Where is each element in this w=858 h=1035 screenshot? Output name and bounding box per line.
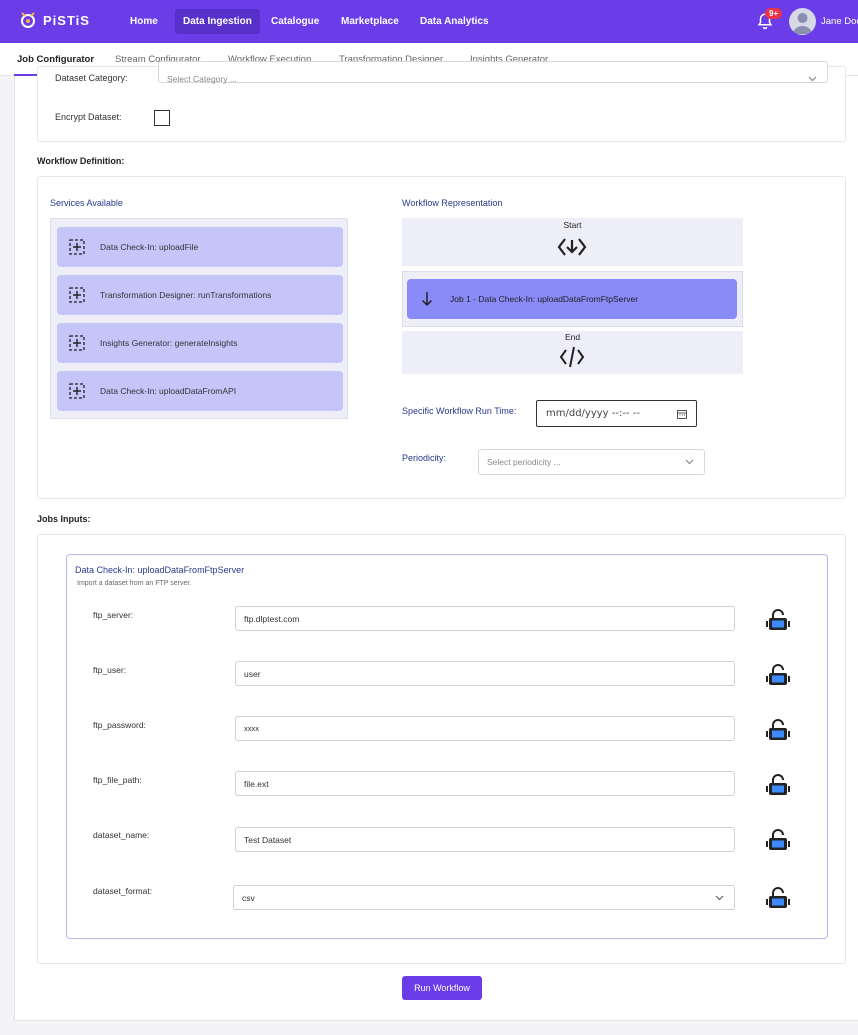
dataset-panel: Dataset Category: Select Category ... En… [37, 61, 846, 142]
ftp-server-input[interactable]: ftp.dlptest.com [235, 606, 735, 631]
run-time-label: Specific Workflow Run Time: [402, 406, 517, 416]
notification-badge: 9+ [765, 8, 783, 19]
chevron-down-icon [715, 895, 724, 900]
service-label: Data Check-In: uploadDataFromAPI [100, 386, 237, 396]
services-available-title: Services Available [50, 198, 123, 208]
field-label: ftp_server: [93, 610, 134, 620]
dataset-format-select[interactable]: csv [233, 885, 735, 910]
ftp-file-path-input[interactable]: file.ext [235, 771, 735, 796]
field-value: file.ext [244, 778, 269, 789]
workflow-end-node: End [402, 331, 743, 374]
encrypt-dataset-label: Encrypt Dataset: [55, 112, 122, 122]
arrow-down-icon [421, 292, 433, 307]
lock-open-icon[interactable] [765, 887, 791, 909]
pistis-logo-icon [21, 12, 35, 28]
periodicity-placeholder: Select periodicity ... [487, 457, 561, 467]
logo-text: PiSTiS [43, 12, 90, 28]
dataset-name-input[interactable]: Test Dataset [235, 827, 735, 852]
run-time-input[interactable]: mm/dd/yyyy --:-- -- [536, 400, 697, 427]
code-icon [559, 346, 585, 368]
start-label: Start [563, 220, 582, 230]
lock-open-icon[interactable] [765, 609, 791, 631]
field-label: dataset_name: [93, 830, 150, 840]
job-card-subtitle: Import a dataset from an FTP server. [77, 580, 192, 587]
user-name[interactable]: Jane Doe [821, 16, 858, 27]
add-box-icon [69, 335, 85, 351]
field-value: Test Dataset [244, 834, 292, 845]
job-label: Job 1 - Data Check-In: uploadDataFromFtp… [450, 294, 639, 304]
nav-data-analytics[interactable]: Data Analytics [412, 9, 497, 34]
run-workflow-button[interactable]: Run Workflow [402, 976, 482, 1000]
nav-data-ingestion[interactable]: Data Ingestion [175, 9, 260, 34]
avatar[interactable] [789, 8, 816, 35]
top-navbar: PiSTiS Home Data Ingestion Catalogue Mar… [0, 0, 858, 43]
field-label: ftp_password: [93, 720, 146, 730]
chevron-down-icon [808, 76, 817, 82]
add-box-icon [69, 383, 85, 399]
chevron-down-icon [685, 459, 694, 465]
lock-open-icon[interactable] [765, 829, 791, 851]
logo[interactable]: PiSTiS [19, 10, 90, 30]
add-box-icon [69, 239, 85, 255]
jobs-inputs-title: Jobs Inputs: [37, 514, 91, 524]
dataset-category-select[interactable]: Select Category ... [158, 61, 828, 84]
service-label: Data Check-In: uploadFile [100, 242, 199, 252]
field-value: xxxx [244, 724, 259, 733]
nav-catalogue[interactable]: Catalogue [263, 9, 327, 34]
nav-home[interactable]: Home [122, 9, 166, 34]
ftp-user-input[interactable]: user [235, 661, 735, 686]
periodicity-label: Periodicity: [402, 453, 447, 463]
dataset-category-placeholder: Select Category ... [167, 74, 237, 84]
lock-open-icon[interactable] [765, 719, 791, 741]
field-value: user [244, 668, 261, 679]
lock-open-icon[interactable] [765, 664, 791, 686]
download-code-icon [557, 238, 587, 256]
service-item[interactable]: Data Check-In: uploadDataFromAPI [57, 371, 343, 411]
workflow-definition-title: Workflow Definition: [37, 156, 125, 166]
run-time-value: mm/dd/yyyy --:-- -- [546, 408, 640, 419]
field-label: ftp_file_path: [93, 775, 142, 785]
periodicity-select[interactable]: Select periodicity ... [478, 449, 705, 475]
field-label: dataset_format: [93, 886, 153, 896]
workflow-representation-title: Workflow Representation [402, 198, 503, 208]
end-label: End [564, 332, 581, 342]
services-list: Data Check-In: uploadFile Transformation… [50, 218, 348, 419]
nav-marketplace[interactable]: Marketplace [333, 9, 407, 34]
service-label: Insights Generator: generateInsights [100, 338, 238, 348]
user-icon [793, 13, 812, 34]
service-label: Transformation Designer: runTransformati… [100, 290, 272, 300]
dataset-category-label: Dataset Category: [55, 73, 128, 83]
service-item[interactable]: Insights Generator: generateInsights [57, 323, 343, 363]
ftp-password-input[interactable]: xxxx [235, 716, 735, 741]
lock-open-icon[interactable] [765, 774, 791, 796]
service-item[interactable]: Transformation Designer: runTransformati… [57, 275, 343, 315]
calendar-icon[interactable] [677, 409, 687, 419]
add-box-icon [69, 287, 85, 303]
field-value: ftp.dlptest.com [244, 613, 300, 624]
service-item[interactable]: Data Check-In: uploadFile [57, 227, 343, 267]
job-card-title: Data Check-In: uploadDataFromFtpServer [75, 565, 245, 575]
main-content: Dataset Category: Select Category ... En… [14, 61, 858, 1021]
tab-job-configurator[interactable]: Job Configurator [17, 54, 94, 65]
workflow-job-node[interactable]: Job 1 - Data Check-In: uploadDataFromFtp… [407, 279, 737, 319]
field-label: ftp_user: [93, 665, 127, 675]
encrypt-dataset-checkbox[interactable] [154, 110, 170, 126]
field-value: csv [242, 892, 255, 903]
workflow-start-node: Start [402, 218, 743, 266]
